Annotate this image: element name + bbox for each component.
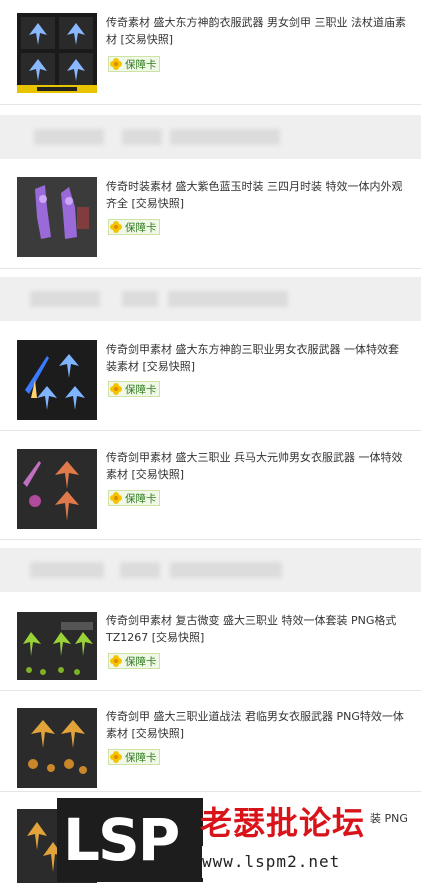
blurred-banner [0,115,421,159]
product-thumbnail[interactable] [17,449,97,529]
guarantee-badge[interactable]: 保障卡 [108,653,160,669]
item-title[interactable]: 传奇剑甲素材 盛大东方神韵三职业男女衣服武器 一体特效套装素材 [交易快照] [106,341,406,375]
item-title[interactable]: 装 PNG [370,810,415,827]
guarantee-badge[interactable]: 保障卡 [108,490,160,506]
watermark-url: www.lspm2.net [202,846,362,878]
badge-label: 保障卡 [125,221,157,234]
item-title[interactable]: 传奇素材 盛大东方神韵衣服武器 男女剑甲 三职业 法杖道庙素材 [交易快照] [106,14,406,48]
badge-label: 保障卡 [125,58,157,71]
product-thumbnail[interactable] [17,708,97,788]
product-thumbnail[interactable] [17,13,97,93]
product-thumbnail[interactable] [17,177,97,257]
watermark-logo: LSP [57,798,203,882]
blurred-banner [0,548,421,592]
item-title[interactable]: 传奇时装素材 盛大紫色蓝玉时装 三四月时装 特效一体内外观齐全 [交易快照] [106,178,406,212]
flower-icon [110,751,122,763]
watermark: LSP 老瑟批论坛 www.lspm2.net [57,798,365,882]
badge-label: 保障卡 [125,655,157,668]
flower-icon [110,655,122,667]
flower-icon [110,58,122,70]
flower-icon [110,221,122,233]
guarantee-badge[interactable]: 保障卡 [108,749,160,765]
item-title[interactable]: 传奇剑甲 盛大三职业道战法 君临男女衣服武器 PNG特效一体素材 [交易快照] [106,708,406,742]
blurred-banner [0,277,421,321]
product-thumbnail[interactable] [17,612,97,680]
item-title[interactable]: 传奇剑甲素材 复古微变 盛大三职业 特效一体套装 PNG格式 TZ1267 [交… [106,612,406,646]
badge-label: 保障卡 [125,383,157,396]
watermark-chinese: 老瑟批论坛 [200,804,366,842]
badge-label: 保障卡 [125,751,157,764]
guarantee-badge[interactable]: 保障卡 [108,219,160,235]
watermark-text-block: 老瑟批论坛 www.lspm2.net [200,798,365,882]
guarantee-badge[interactable]: 保障卡 [108,56,160,72]
flower-icon [110,492,122,504]
guarantee-badge[interactable]: 保障卡 [108,381,160,397]
badge-label: 保障卡 [125,492,157,505]
product-thumbnail[interactable] [17,340,97,420]
item-title[interactable]: 传奇剑甲素材 盛大三职业 兵马大元帅男女衣服武器 一体特效素材 [交易快照] [106,449,406,483]
list-item[interactable]: 传奇剑甲 盛大三职业道战法 君临男女衣服武器 PNG特效一体素材 [交易快照] … [0,691,421,792]
list-item[interactable]: 传奇剑甲素材 盛大东方神韵三职业男女衣服武器 一体特效套装素材 [交易快照] 保… [0,322,421,431]
list-item[interactable]: 传奇剑甲素材 复古微变 盛大三职业 特效一体套装 PNG格式 TZ1267 [交… [0,596,421,691]
list-item[interactable]: 传奇剑甲素材 盛大三职业 兵马大元帅男女衣服武器 一体特效素材 [交易快照] 保… [0,431,421,540]
flower-icon [110,383,122,395]
list-item[interactable]: 传奇时装素材 盛大紫色蓝玉时装 三四月时装 特效一体内外观齐全 [交易快照] 保… [0,160,421,269]
list-item[interactable]: 传奇素材 盛大东方神韵衣服武器 男女剑甲 三职业 法杖道庙素材 [交易快照] 保… [0,0,421,105]
